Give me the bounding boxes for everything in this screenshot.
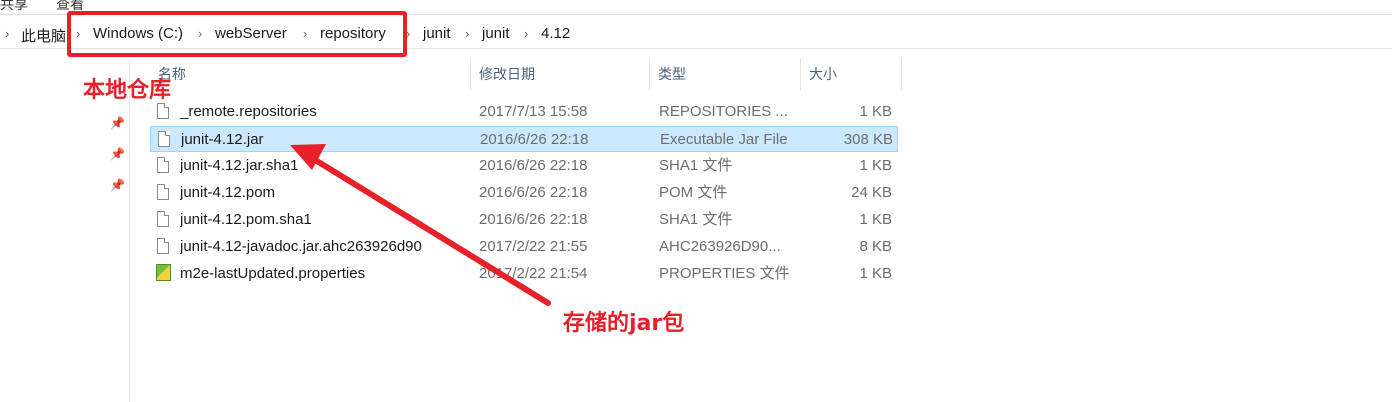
arrow-shaft xyxy=(309,155,551,306)
annotation-arrow xyxy=(290,144,551,306)
